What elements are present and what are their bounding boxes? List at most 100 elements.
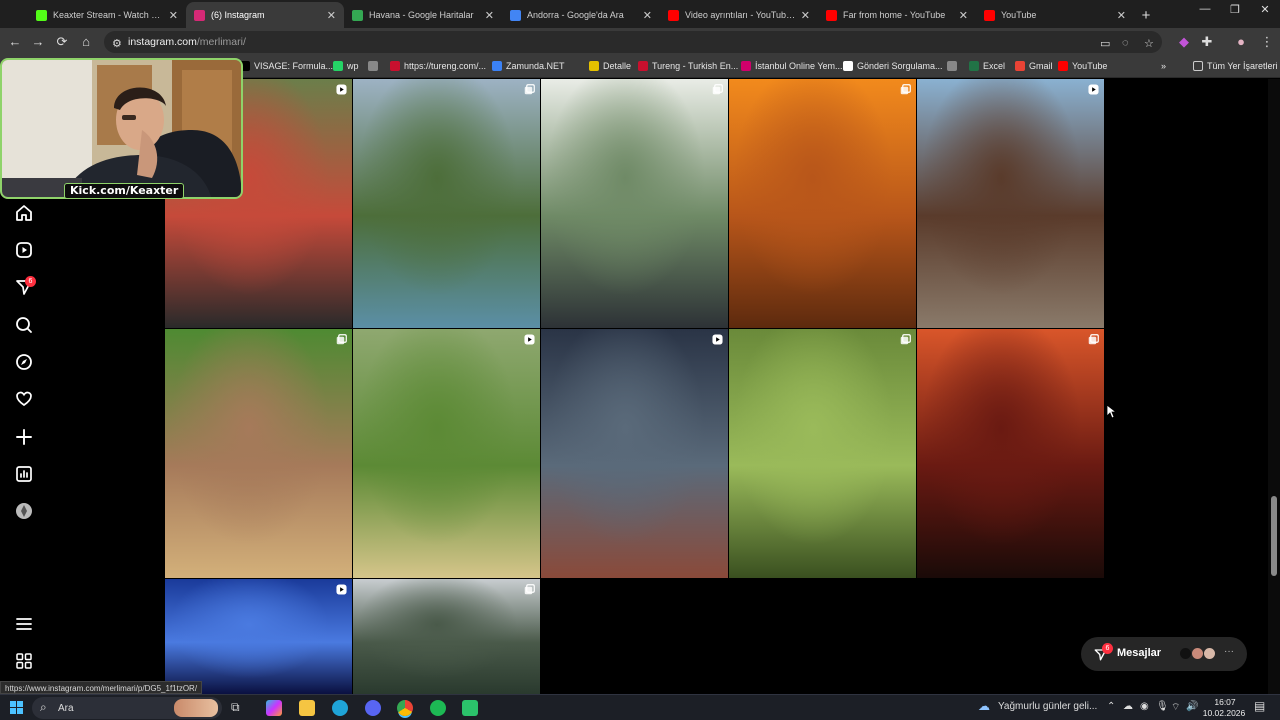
extension-icon[interactable]: ◆ <box>1175 34 1193 50</box>
bookmark-item[interactable]: Gönderi Sorgulama... <box>843 61 943 71</box>
bookmark-item[interactable]: Excel <box>969 61 1005 71</box>
bookmark-favicon-icon <box>589 61 599 71</box>
more-bookmarks-icon[interactable]: » <box>1161 61 1166 71</box>
notification-center-icon[interactable]: ▤ <box>1254 699 1265 713</box>
post-orange-sunset[interactable] <box>729 79 916 328</box>
new-tab-button[interactable]: + <box>1134 2 1158 28</box>
back-icon[interactable]: ← <box>6 34 24 49</box>
bookmark-item[interactable]: Detalle <box>589 61 631 71</box>
tab-close-icon[interactable]: ✕ <box>327 9 336 22</box>
post-woman-green-field[interactable] <box>353 329 540 578</box>
explore-nav-icon[interactable] <box>14 352 34 372</box>
browser-tab[interactable]: (6) Instagram ✕ <box>186 2 344 28</box>
bookmark-item[interactable]: https://tureng.com/... <box>390 61 486 71</box>
all-bookmarks[interactable]: Tüm Yer İşaretleri <box>1193 61 1278 71</box>
browser-tab[interactable]: Keaxter Stream - Watch Live on ✕ <box>28 2 186 28</box>
create-plus-icon[interactable] <box>14 427 34 447</box>
discord-icon[interactable] <box>365 700 381 716</box>
post-river-village[interactable] <box>353 79 540 328</box>
post-concert-river[interactable] <box>541 329 728 578</box>
post-woman-red-drink[interactable] <box>917 79 1104 328</box>
browser-tab[interactable]: Video ayrıntıları - YouTube Stu ✕ <box>660 2 818 28</box>
bookmark-star-icon[interactable]: ☆ <box>1144 37 1154 50</box>
dashboard-icon[interactable] <box>14 464 34 484</box>
install-app-icon[interactable]: ▭ <box>1100 37 1110 50</box>
search-nav-icon[interactable] <box>14 315 34 335</box>
copilot-icon[interactable] <box>266 700 282 716</box>
home-icon[interactable]: ⌂ <box>77 34 95 49</box>
post-woman-in-lake[interactable] <box>541 79 728 328</box>
tab-close-icon[interactable]: ✕ <box>801 9 810 22</box>
chrome-icon[interactable] <box>397 700 413 716</box>
post-singing-red[interactable] <box>917 329 1104 578</box>
clock-date[interactable]: 10.02.2026 <box>1201 708 1247 718</box>
forward-icon[interactable]: → <box>29 34 47 49</box>
post-misty-forest[interactable] <box>353 579 540 694</box>
tab-close-icon[interactable]: ✕ <box>1117 9 1126 22</box>
windows-start-icon[interactable] <box>10 701 23 714</box>
tab-close-icon[interactable]: ✕ <box>485 9 494 22</box>
network-cloud-icon[interactable]: ☁ <box>1123 701 1133 712</box>
tab-close-icon[interactable]: ✕ <box>643 9 652 22</box>
reload-icon[interactable]: ⟳ <box>53 34 71 50</box>
more-menu-icon[interactable] <box>14 614 34 634</box>
page-scrollbar[interactable] <box>1268 79 1280 694</box>
address-host: instagram.com <box>128 36 197 48</box>
post-blue-concert[interactable] <box>165 579 352 694</box>
menu-kebab-icon[interactable]: ⋮ <box>1258 34 1276 50</box>
spotify-icon[interactable] <box>430 700 446 716</box>
taskbar-search[interactable]: ⌕ Ara <box>32 697 222 719</box>
post-friends-park[interactable] <box>165 329 352 578</box>
search-placeholder: Ara <box>58 702 74 714</box>
bookmark-item[interactable]: VISAGE: Formula... <box>240 61 333 71</box>
app-tray-icon[interactable]: ◉ <box>1140 701 1149 712</box>
meta-apps-icon[interactable] <box>14 651 34 671</box>
browser-tab[interactable]: YouTube ✕ <box>976 2 1134 28</box>
wifi-icon[interactable]: ⌔ <box>1171 701 1180 714</box>
messages-button[interactable]: 6 Mesajlar ··· <box>1081 637 1247 671</box>
reels-nav-icon[interactable] <box>14 240 34 260</box>
post-forest-path[interactable] <box>729 329 916 578</box>
address-bar[interactable]: ⚙ instagram.com/merlimari/ ▭ ◌ ☆ <box>104 31 1162 53</box>
all-bookmarks-label: Tüm Yer İşaretleri <box>1207 61 1278 71</box>
bookmark-item[interactable]: Gmail <box>1015 61 1053 71</box>
tab-close-icon[interactable]: ✕ <box>169 9 178 22</box>
tab-close-icon[interactable]: ✕ <box>959 9 968 22</box>
task-view-icon[interactable]: ⧉ <box>231 700 247 716</box>
close-window-icon[interactable]: ✕ <box>1250 3 1280 16</box>
profile-avatar-icon[interactable]: ● <box>1232 34 1250 49</box>
profile-avatar-nav-icon[interactable] <box>14 501 34 521</box>
weather-text[interactable]: Yağmurlu günler geli... <box>998 701 1097 712</box>
bookmark-favicon-icon <box>390 61 400 71</box>
bookmark-item[interactable]: YouTube <box>1058 61 1107 71</box>
notifications-heart-icon[interactable] <box>14 389 34 409</box>
home-nav-icon[interactable] <box>14 203 34 223</box>
bookmark-item[interactable] <box>947 61 961 71</box>
bookmark-item[interactable]: Zamunda.NET <box>492 61 565 71</box>
tracking-icon[interactable]: ◌ <box>1122 37 1129 49</box>
edge-icon[interactable] <box>332 700 348 716</box>
bookmark-favicon-icon <box>638 61 648 71</box>
site-info-icon[interactable]: ⚙ <box>112 37 122 50</box>
volume-icon[interactable]: 🔊 <box>1186 701 1198 712</box>
microphone-icon[interactable]: 🎙 <box>1156 701 1169 712</box>
browser-tab[interactable]: Andorra - Google'da Ara ✕ <box>502 2 660 28</box>
bookmark-item[interactable] <box>368 61 382 71</box>
tray-expand-icon[interactable]: ⌃ <box>1107 701 1115 712</box>
kick-app-icon[interactable] <box>462 700 478 716</box>
carousel-indicator-icon <box>900 84 911 95</box>
browser-tab[interactable]: Far from home - YouTube ✕ <box>818 2 976 28</box>
bookmark-item[interactable]: İstanbul Online Yem... <box>741 61 843 71</box>
bookmark-item[interactable]: Tureng - Turkish En... <box>638 61 738 71</box>
browser-tab[interactable]: Havana - Google Haritalar ✕ <box>344 2 502 28</box>
extensions-puzzle-icon[interactable]: ✚ <box>1198 34 1216 50</box>
weather-icon[interactable]: ☁ <box>978 699 990 713</box>
reel-indicator-icon <box>336 584 347 595</box>
minimize-icon[interactable]: — <box>1190 3 1220 15</box>
bookmark-item[interactable]: wp <box>333 61 359 71</box>
tab-favicon-icon <box>36 9 47 21</box>
scrollbar-thumb[interactable] <box>1271 496 1277 576</box>
restore-icon[interactable]: ❐ <box>1220 3 1250 16</box>
clock-time[interactable]: 16:07 <box>1204 697 1246 707</box>
file-explorer-icon[interactable] <box>299 700 315 716</box>
